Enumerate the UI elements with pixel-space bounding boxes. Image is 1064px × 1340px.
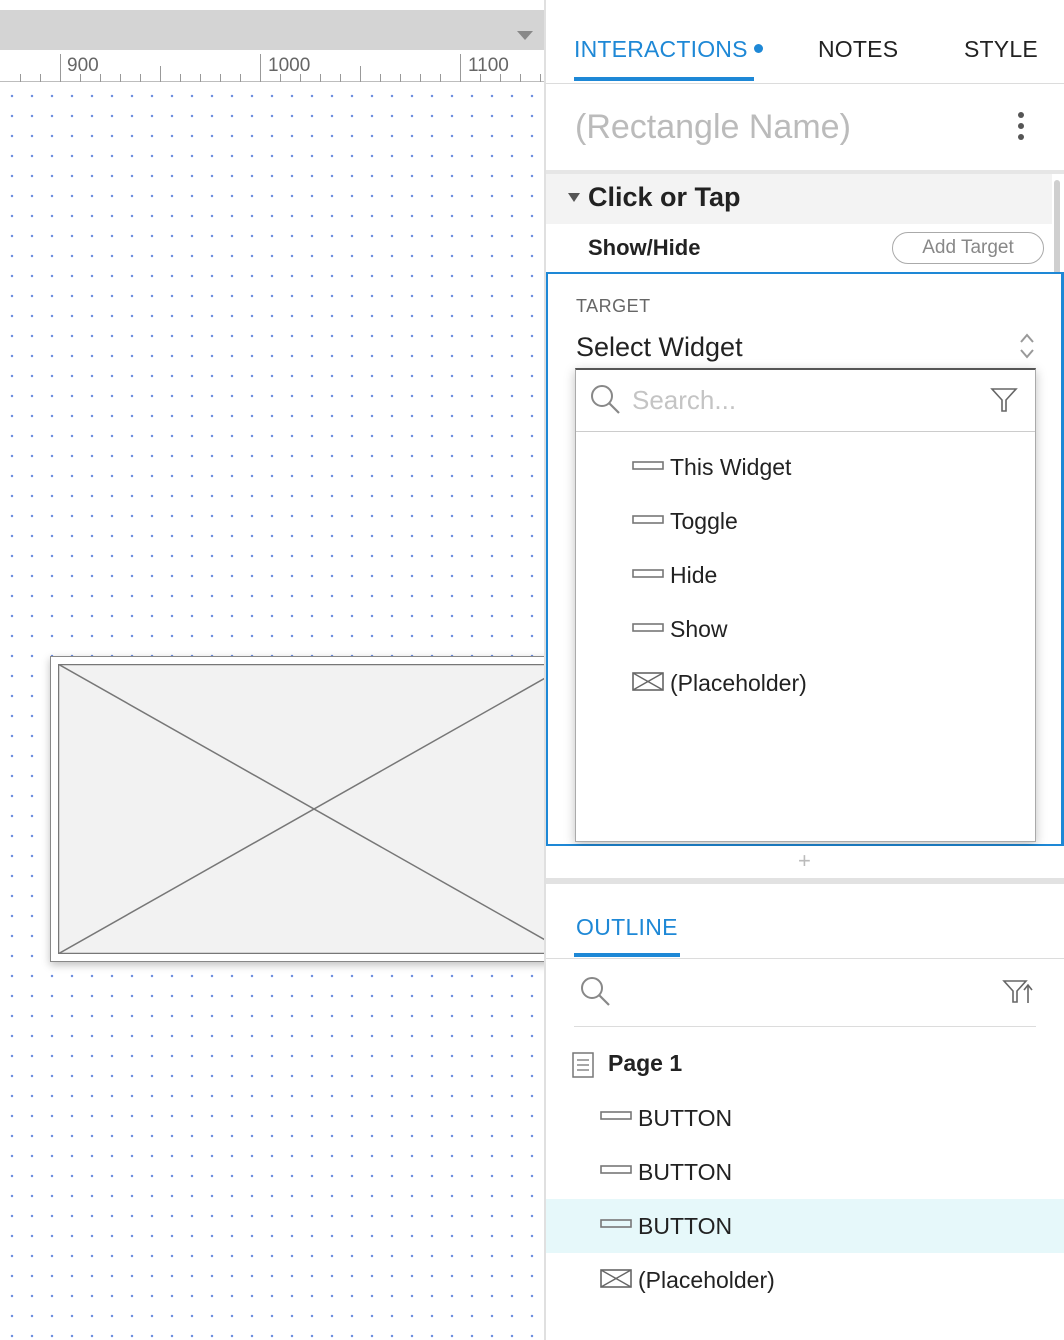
outline-item-placeholder[interactable]: (Placeholder) — [546, 1253, 1064, 1307]
page-icon — [572, 1052, 594, 1078]
tab-outline[interactable]: OUTLINE — [576, 914, 678, 941]
dropdown-option-show[interactable]: Show — [632, 612, 1012, 652]
outline-item-label: BUTTON — [638, 1213, 733, 1239]
button-widget-icon — [632, 569, 664, 578]
button-widget-icon — [632, 515, 664, 524]
dropdown-search-row — [576, 370, 1035, 432]
search-icon — [591, 385, 620, 414]
ruler-label-1100: 1100 — [468, 55, 509, 76]
action-label: Show/Hide — [588, 235, 701, 260]
canvas-top-strip — [0, 0, 545, 10]
toolbar-dropdown-caret-icon[interactable] — [517, 31, 533, 40]
button-widget-icon — [600, 1111, 632, 1120]
add-target-button[interactable]: Add Target — [892, 232, 1044, 264]
button-widget-icon — [632, 461, 664, 470]
search-icon[interactable] — [580, 976, 612, 1008]
outline-item-label: BUTTON — [638, 1105, 733, 1131]
tab-notes[interactable]: NOTES — [818, 36, 898, 63]
canvas-toolbar — [0, 10, 545, 50]
button-widget-icon — [632, 623, 664, 632]
tab-style[interactable]: STYLE — [964, 36, 1038, 63]
outline-item-label: BUTTON — [638, 1159, 733, 1185]
select-updown-icon[interactable] — [1018, 330, 1036, 362]
dropdown-option-label: (Placeholder) — [670, 670, 807, 696]
page-label: Page 1 — [608, 1050, 683, 1076]
active-tab-underline — [574, 77, 754, 81]
dropdown-option-toggle[interactable]: Toggle — [632, 504, 1012, 544]
outline-item-button-1[interactable]: BUTTON — [546, 1091, 1064, 1145]
outline-item-button-3-selected[interactable]: BUTTON — [546, 1199, 1064, 1253]
dropdown-option-label: Show — [670, 616, 728, 642]
outline-item-button-2[interactable]: BUTTON — [546, 1145, 1064, 1199]
dropdown-option-hide[interactable]: Hide — [632, 558, 1012, 598]
widget-search-input[interactable] — [632, 382, 962, 418]
right-panel: INTERACTIONS NOTES STYLE (Rectangle Name… — [546, 0, 1064, 1340]
tab-interactions[interactable]: INTERACTIONS — [574, 36, 763, 63]
dropdown-option-this-widget[interactable]: This Widget — [632, 450, 1012, 490]
button-widget-icon — [600, 1219, 632, 1228]
dropdown-option-placeholder[interactable]: (Placeholder) — [632, 666, 1012, 706]
event-title: Click or Tap — [588, 182, 741, 212]
placeholder-widget[interactable] — [50, 656, 545, 962]
target-dropdown: This Widget Toggle Hide Show (Placeholde… — [575, 368, 1036, 842]
ruler-label-900: 900 — [67, 55, 99, 76]
target-select[interactable]: Select Widget — [576, 332, 743, 363]
button-widget-icon — [600, 1165, 632, 1174]
panel-tabs: INTERACTIONS NOTES STYLE — [546, 0, 1064, 84]
dropdown-option-label: Hide — [670, 562, 718, 588]
placeholder-widget-icon — [632, 672, 664, 691]
collapse-caret-icon[interactable] — [568, 193, 580, 202]
panel-separator[interactable] — [546, 878, 1064, 884]
outline-item-label: (Placeholder) — [638, 1267, 775, 1293]
target-label: TARGET — [576, 296, 651, 316]
filter-icon[interactable] — [990, 386, 1018, 414]
outline-page-row[interactable]: Page 1 — [546, 1040, 1064, 1090]
horizontal-ruler: 900 1000 1100 — [0, 50, 545, 82]
ruler-label-1000: 1000 — [268, 55, 311, 76]
tab-interactions-label: INTERACTIONS — [574, 36, 748, 62]
filter-sort-icon[interactable] — [1002, 978, 1034, 1006]
separator — [574, 1026, 1036, 1027]
canvas-area[interactable]: 900 1000 1100 — [0, 0, 545, 1340]
dropdown-option-label: Toggle — [670, 508, 738, 534]
widget-name-field[interactable]: (Rectangle Name) — [575, 108, 851, 147]
active-tab-underline — [574, 953, 680, 957]
more-options-icon[interactable] — [1016, 112, 1026, 142]
action-row[interactable]: Show/Hide Add Target — [546, 224, 1052, 272]
separator — [546, 958, 1064, 959]
unsaved-dot-icon — [753, 44, 763, 53]
dropdown-option-label: This Widget — [670, 454, 792, 480]
resize-handle-icon[interactable]: + — [798, 848, 811, 874]
placeholder-widget-icon — [600, 1269, 632, 1288]
placeholder-cross-icon — [58, 664, 545, 954]
event-header[interactable]: Click or Tap — [546, 174, 1052, 224]
